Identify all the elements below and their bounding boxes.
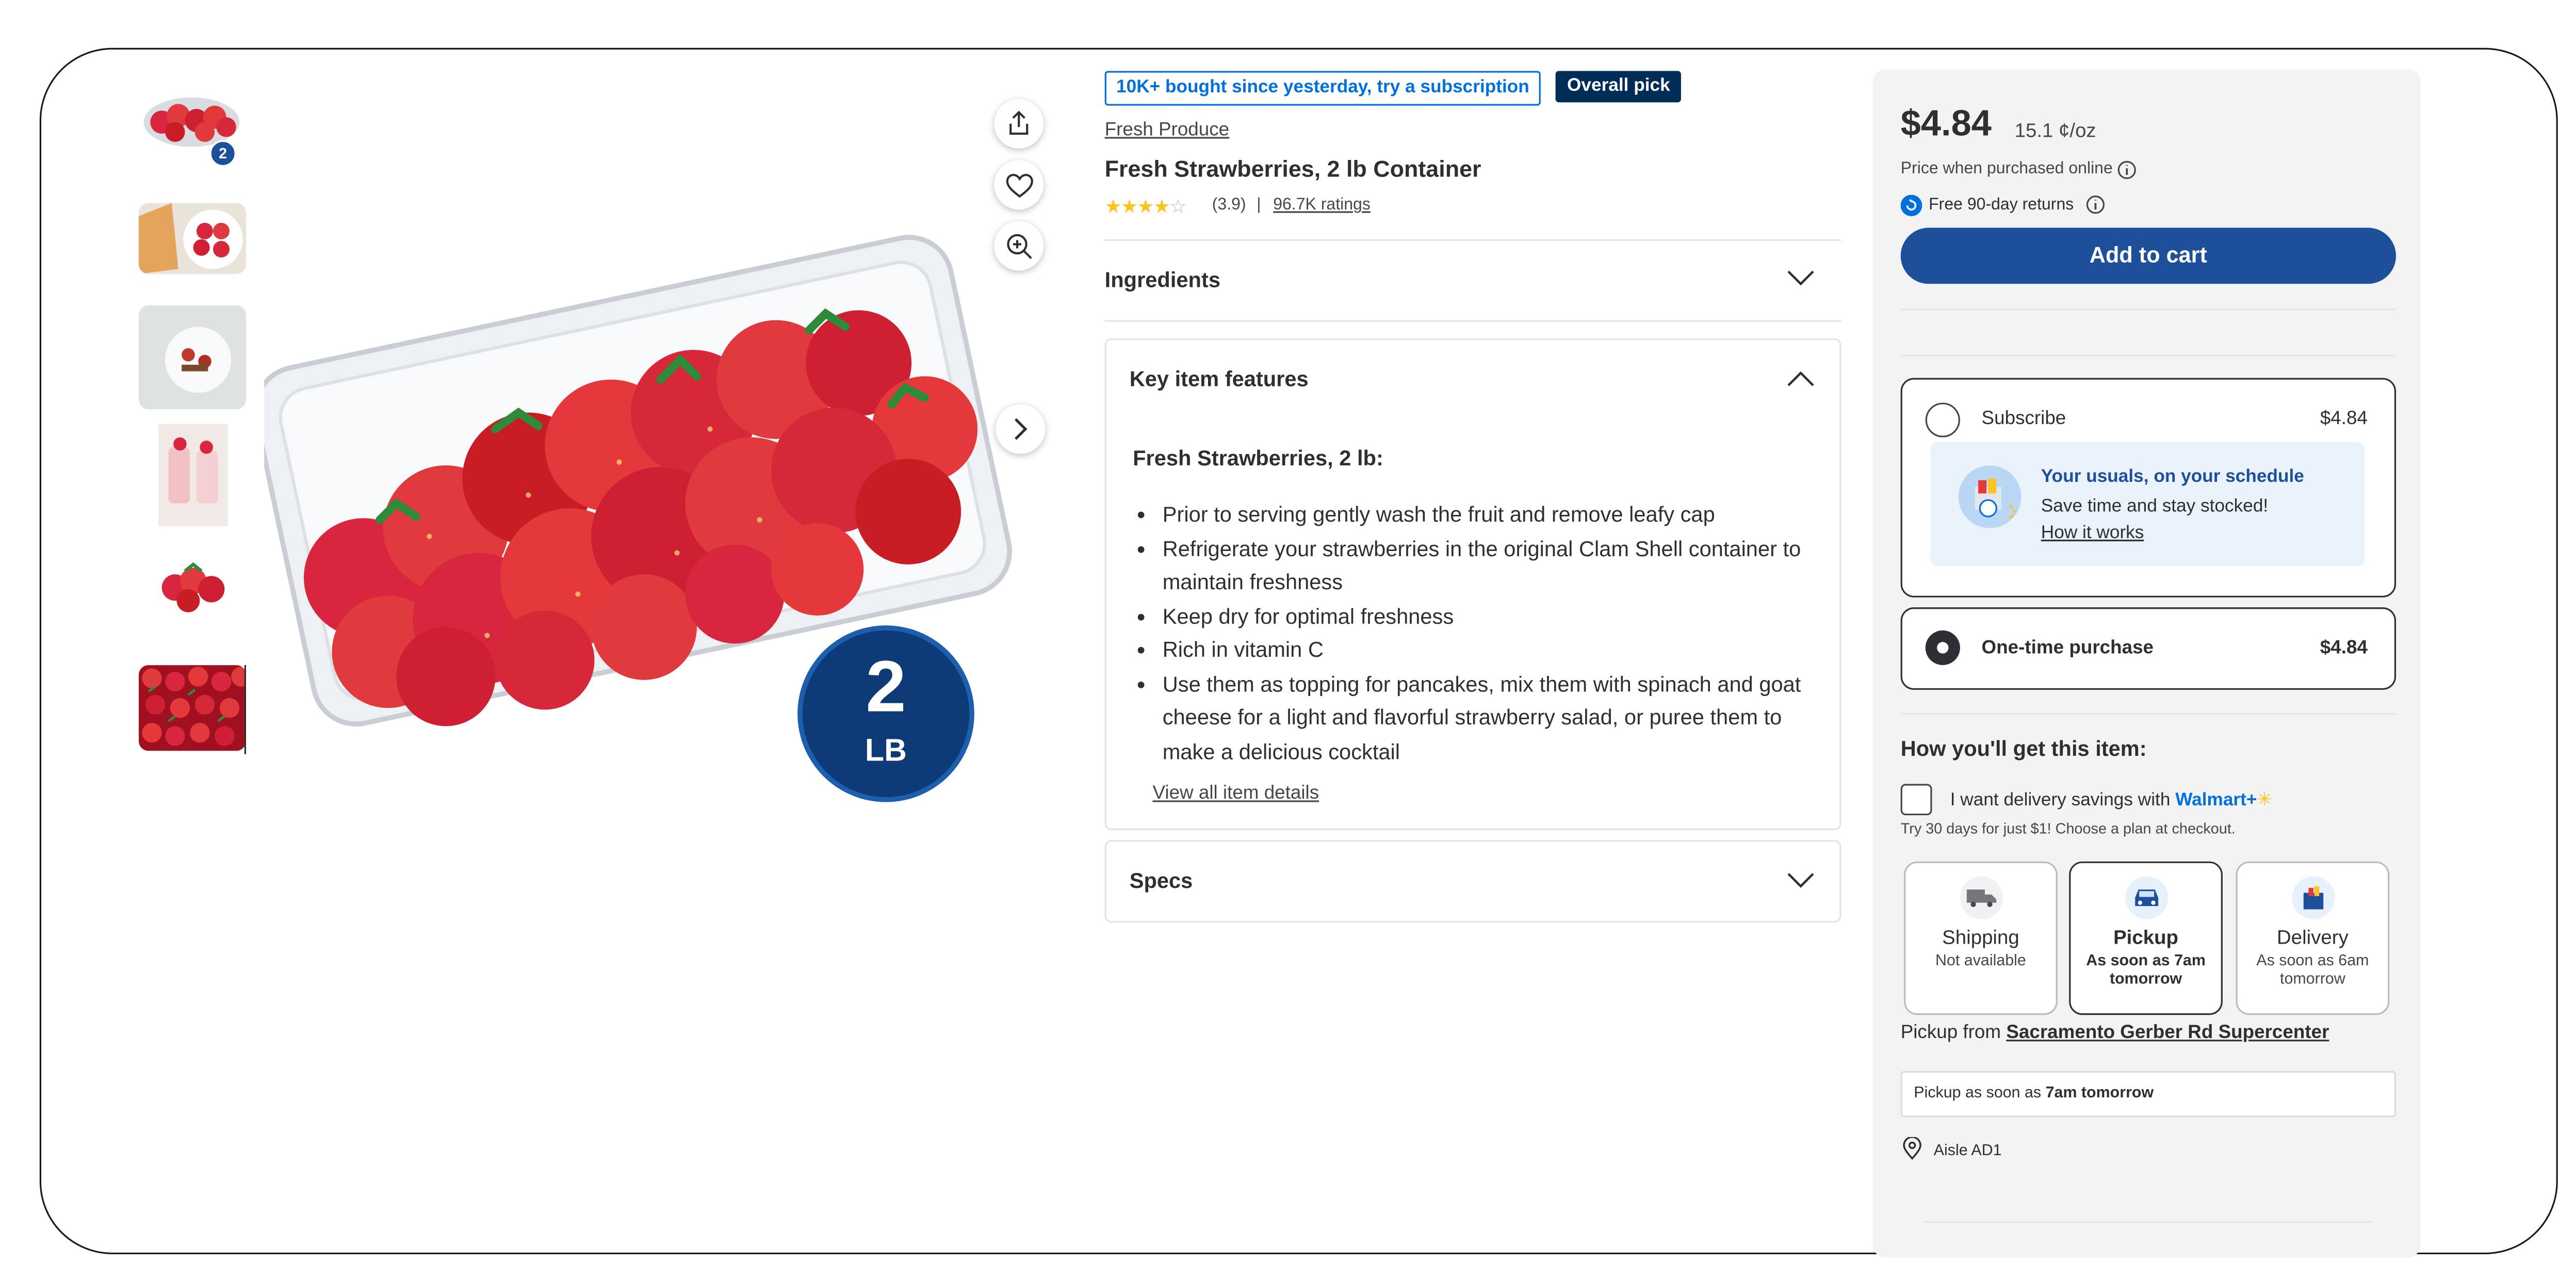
features-subtitle: Fresh Strawberries, 2 lb: — [1133, 445, 1383, 471]
chevron-down-icon[interactable] — [1787, 871, 1815, 889]
aisle-location: Aisle AD1 — [1933, 1142, 2002, 1160]
store-name-link[interactable]: Sacramento Gerber Rd Supercenter — [2006, 1023, 2329, 1043]
chevron-right-icon — [1014, 418, 1028, 440]
specs-panel[interactable] — [1104, 840, 1841, 923]
one-time-radio[interactable] — [1925, 630, 1960, 666]
rating-count-link[interactable]: 96.7K ratings — [1273, 197, 1371, 215]
next-image-button[interactable] — [996, 404, 1046, 454]
thumbnail-3[interactable] — [138, 305, 246, 410]
add-to-cart-button[interactable]: Add to cart — [1900, 228, 2396, 284]
overall-pick-tag: Overall pick — [1555, 71, 1682, 103]
divider — [1900, 713, 2396, 715]
returns-text: Free 90-day returns — [1929, 196, 2074, 215]
zoom-button[interactable] — [994, 221, 1044, 271]
subscribe-price: $4.84 — [2320, 409, 2368, 429]
info-icon[interactable] — [2117, 160, 2137, 180]
pickup-subtitle: As soon as 7am tomorrow — [2086, 952, 2206, 989]
feature-item: Use them as topping for pancakes, mix th… — [1163, 668, 1823, 769]
key-features-heading[interactable]: Key item features — [1130, 366, 1309, 391]
unit-price: 15.1 ¢/oz — [2014, 119, 2096, 142]
pack-size-unit: LB — [865, 734, 907, 769]
walmart-plus-checkbox[interactable] — [1900, 784, 1932, 816]
specs-heading[interactable]: Specs — [1130, 868, 1193, 893]
view-all-details-link[interactable]: View all item details — [1153, 784, 1319, 803]
zoom-in-icon — [1006, 233, 1032, 258]
feature-item: Rich in vitamin C — [1163, 634, 1823, 668]
rating-separator: | — [1257, 196, 1261, 215]
pickup-store-line: Pickup from Sacramento Gerber Rd Superce… — [1901, 1023, 2329, 1043]
one-time-label: One-time purchase — [1981, 638, 2154, 659]
pack-size-badge: 2 LB — [797, 625, 974, 802]
share-button[interactable] — [994, 99, 1044, 149]
one-time-price: $4.84 — [2320, 638, 2368, 659]
subscription-icon — [1958, 465, 2021, 528]
feature-item: Prior to serving gently wash the fruit a… — [1163, 498, 1823, 532]
price-note: Price when purchased online — [1900, 160, 2113, 179]
share-icon — [1009, 110, 1029, 135]
shipping-title: Shipping — [1942, 926, 2019, 949]
walmart-plus-text: I want delivery savings with — [1950, 790, 2171, 811]
price: $4.84 — [1900, 102, 1992, 144]
product-title: Fresh Strawberries, 2 lb Container — [1104, 155, 1481, 182]
car-icon — [2124, 876, 2167, 919]
subscribe-radio[interactable] — [1925, 402, 1960, 438]
delivery-option[interactable]: Delivery As soon as 6am tomorrow — [2236, 861, 2390, 1015]
divider — [1104, 239, 1841, 241]
favorite-button[interactable] — [994, 160, 1044, 210]
delivery-title: Delivery — [2277, 926, 2349, 949]
how-it-works-link[interactable]: How it works — [2041, 523, 2144, 543]
image-count-badge: 2 — [209, 140, 236, 167]
truck-icon — [1959, 876, 2002, 919]
delivery-subtitle: As soon as 6am tomorrow — [2256, 952, 2369, 989]
features-list: Prior to serving gently wash the fruit a… — [1133, 498, 1823, 769]
walmart-plus-brand: Walmart+ — [2175, 790, 2257, 811]
pickup-time-line: Pickup as soon as 7am tomorrow — [1914, 1084, 2154, 1103]
category-link[interactable]: Fresh Produce — [1105, 121, 1229, 140]
feature-item: Refrigerate your strawberries in the ori… — [1163, 532, 1823, 600]
promo-text: Save time and stay stocked! — [2041, 496, 2269, 517]
promo-title: Your usuals, on your schedule — [2041, 467, 2304, 487]
walmart-plus-note: Try 30 days for just $1! Choose a plan a… — [1900, 820, 2236, 837]
subscribe-label: Subscribe — [1981, 409, 2066, 429]
feature-item: Keep dry for optimal freshness — [1163, 600, 1823, 634]
thumbnail-2[interactable] — [138, 203, 246, 274]
info-icon[interactable] — [2085, 195, 2105, 214]
pickup-time-prefix: Pickup as soon as — [1914, 1084, 2042, 1103]
pickup-time: 7am tomorrow — [2045, 1084, 2154, 1103]
ingredients-heading[interactable]: Ingredients — [1105, 267, 1220, 292]
pickup-from-label: Pickup from — [1900, 1023, 2001, 1043]
thumbnail-selected-indicator — [244, 665, 246, 754]
thumbnail-4[interactable] — [138, 420, 246, 527]
rating-value: (3.9) — [1212, 196, 1246, 215]
pack-size-number: 2 — [866, 646, 906, 728]
pickup-title: Pickup — [2113, 926, 2179, 949]
divider — [1900, 354, 2396, 357]
divider — [1104, 320, 1841, 322]
rating-stars: ★★★★☆ — [1104, 198, 1187, 218]
walmart-plus-offer: I want delivery savings with Walmart+✳ — [1950, 789, 2272, 811]
thumbnail-6[interactable] — [138, 665, 246, 751]
chevron-up-icon[interactable] — [1787, 370, 1815, 388]
chevron-down-icon[interactable] — [1787, 269, 1815, 287]
delivery-bag-icon — [2291, 876, 2335, 919]
spark-icon: ✳ — [2257, 790, 2272, 811]
heart-icon — [1005, 173, 1033, 197]
shipping-subtitle: Not available — [1935, 952, 2026, 970]
pickup-option[interactable]: Pickup As soon as 7am tomorrow — [2069, 861, 2223, 1015]
fulfillment-heading: How you'll get this item: — [1900, 736, 2147, 761]
returns-icon — [1900, 195, 1922, 217]
divider — [1923, 1221, 2373, 1223]
divider — [1900, 309, 2396, 311]
shipping-option[interactable]: Shipping Not available — [1904, 861, 2058, 1015]
location-pin-icon — [1903, 1137, 1921, 1160]
thumbnail-5[interactable] — [138, 551, 246, 626]
popular-tag[interactable]: 10K+ bought since yesterday, try a subsc… — [1104, 71, 1541, 106]
